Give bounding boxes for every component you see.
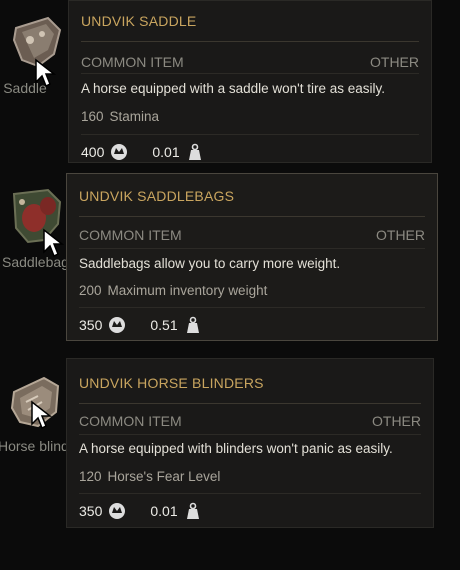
divider	[81, 134, 419, 135]
slot-label: Horse blinders	[0, 438, 89, 454]
inventory-slot-saddlebags[interactable]: Saddlebags	[0, 180, 76, 290]
divider	[81, 41, 419, 42]
item-description: A horse equipped with blinders won't pan…	[79, 441, 393, 456]
item-category: OTHER	[376, 227, 425, 243]
inventory-slot-saddle[interactable]: Saddle	[0, 6, 66, 116]
item-stat: 160 Stamina	[81, 109, 159, 124]
stat-name: Stamina	[109, 109, 160, 124]
divider	[79, 434, 421, 435]
item-tooltip-card: UNDVIK SADDLE COMMON ITEM OTHER A horse …	[68, 0, 432, 163]
item-description: Saddlebags allow you to carry more weigh…	[79, 256, 341, 271]
item-footer: 350 0.01	[79, 501, 202, 521]
item-footer: 400 0.01	[81, 142, 204, 162]
item-rarity: COMMON ITEM	[81, 54, 184, 70]
divider	[79, 307, 425, 308]
weight-icon	[188, 143, 201, 160]
item-weight: 0.01	[152, 144, 180, 160]
stat-value: 160	[81, 109, 104, 124]
divider	[79, 493, 421, 494]
weight-icon	[186, 502, 199, 519]
slot-label: Saddle	[3, 80, 47, 96]
divider	[79, 216, 425, 217]
item-stat: 200 Maximum inventory weight	[79, 283, 267, 298]
divider	[79, 403, 421, 404]
item-category: OTHER	[370, 54, 419, 70]
divider	[81, 73, 419, 74]
stat-name: Maximum inventory weight	[107, 283, 268, 298]
item-rarity: COMMON ITEM	[79, 227, 182, 243]
item-tooltip-card: UNDVIK HORSE BLINDERS COMMON ITEM OTHER …	[66, 358, 434, 528]
inventory-slot-horse-blinders[interactable]: Horse blinders	[0, 368, 89, 478]
item-title: UNDVIK SADDLEBAGS	[79, 188, 235, 204]
item-price: 350	[79, 503, 103, 519]
slot-label: Saddlebags	[2, 254, 76, 270]
item-title: UNDVIK SADDLE	[81, 13, 197, 29]
item-price: 350	[79, 317, 103, 333]
stat-name: Horse's Fear Level	[107, 469, 221, 484]
item-tooltip-card: UNDVIK SADDLEBAGS COMMON ITEM OTHER Sadd…	[66, 173, 438, 341]
item-stat: 120 Horse's Fear Level	[79, 469, 220, 484]
crowns-coin-icon	[109, 503, 126, 519]
cursor-pointer-icon	[31, 400, 52, 430]
weight-icon	[186, 316, 199, 333]
crowns-coin-icon	[111, 144, 128, 160]
item-description: A horse equipped with a saddle won't tir…	[81, 81, 386, 96]
item-weight: 0.51	[150, 317, 178, 333]
item-title: UNDVIK HORSE BLINDERS	[79, 375, 264, 391]
item-category: OTHER	[372, 413, 421, 429]
item-footer: 350 0.51	[79, 315, 202, 335]
stat-value: 200	[79, 283, 102, 298]
item-weight: 0.01	[150, 503, 178, 519]
stat-value: 120	[79, 469, 102, 484]
item-rarity: COMMON ITEM	[79, 413, 182, 429]
divider	[79, 248, 425, 249]
crowns-coin-icon	[109, 317, 126, 333]
item-price: 400	[81, 144, 105, 160]
